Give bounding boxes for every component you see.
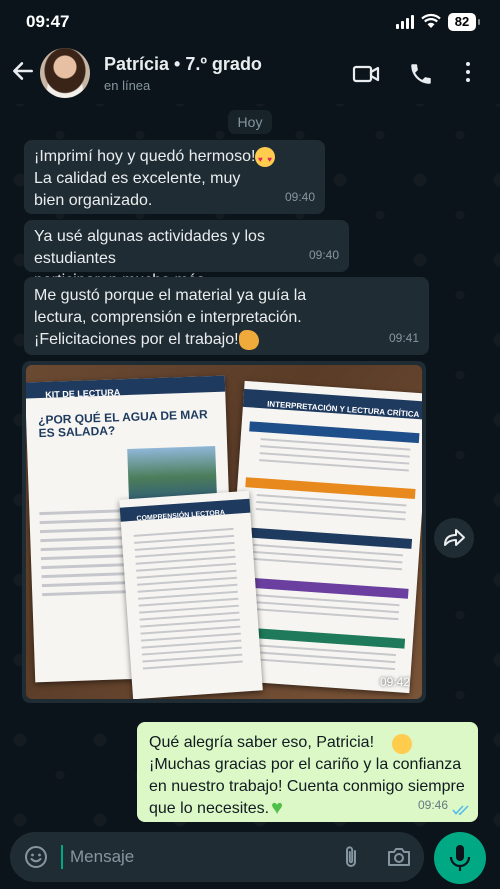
attach-icon[interactable] [340,844,362,870]
status-bar: 09:47 82 [0,0,500,44]
status-time: 09:47 [26,12,70,31]
mic-icon [449,845,471,871]
forward-button[interactable] [434,518,474,558]
worksheet-title: INTERPRETACIÓN Y LECTURA CRÍTICA [266,399,420,420]
camera-icon[interactable] [386,845,412,869]
message-time: 09:41 [388,331,419,345]
incoming-message[interactable]: Me gustó porque el material ya guía la l… [24,277,429,355]
forward-icon [444,529,465,546]
worksheet-header-label: KIT DE LECTURA [45,387,121,400]
date-chip: Hoy [228,110,272,134]
message-composer[interactable]: Mensaje [10,832,424,882]
incoming-message[interactable]: ¡Imprimí hoy y quedó hermoso! La calidad… [24,140,325,214]
chat-header: Patrícia • 7.º grado en línea [0,44,500,104]
phone-icon[interactable] [408,61,434,87]
worksheet-title: ¿POR QUÉ EL AGUA DE MAR ES SALADA? [37,407,208,441]
smiling-face-with-hearts-emoji-icon [392,734,412,754]
message-input[interactable]: Mensaje [70,847,134,867]
message-time: 09:40 [284,190,315,204]
message-time: 09:46 [417,798,448,812]
mic-button[interactable] [434,832,486,884]
signal-icon [396,15,416,29]
wifi-icon [421,13,441,28]
back-arrow-icon[interactable] [10,58,36,84]
avatar[interactable] [40,48,90,98]
shared-photo[interactable]: KIT DE LECTURA ¿POR QUÉ EL AGUA DE MAR E… [26,365,422,699]
message-time: 09:42 [379,675,410,689]
emoji-icon[interactable] [24,845,48,869]
message-text: Me gustó porque el material ya guía la l… [34,287,307,348]
incoming-message[interactable]: Ya usé algunas actividades y los estudia… [24,220,349,289]
worksheet-comprension: COMPRENSIÓN LECTORA [119,490,263,699]
green-heart-emoji-icon: ♥ [271,797,283,819]
text-caret [61,845,63,869]
video-call-icon[interactable] [352,62,380,86]
double-check-icon [452,805,469,816]
message-text: ¡Imprimí hoy y quedó hermoso! La calidad… [34,148,256,209]
photo-message[interactable]: KIT DE LECTURA ¿POR QUÉ EL AGUA DE MAR E… [22,361,426,703]
clapping-hands-emoji-icon [239,330,259,350]
heart-eyes-emoji-icon [255,147,275,171]
message-time: 09:40 [308,248,339,262]
battery-indicator: 82 [448,13,480,31]
worksheet-title: COMPRENSIÓN LECTORA [136,509,226,523]
more-options-icon[interactable] [464,62,472,86]
contact-status: en línea [104,78,151,93]
outgoing-message[interactable]: Qué alegría saber eso, Patricia! ¡Muchas… [137,722,478,822]
contact-name[interactable]: Patrícia • 7.º grado [104,54,262,75]
